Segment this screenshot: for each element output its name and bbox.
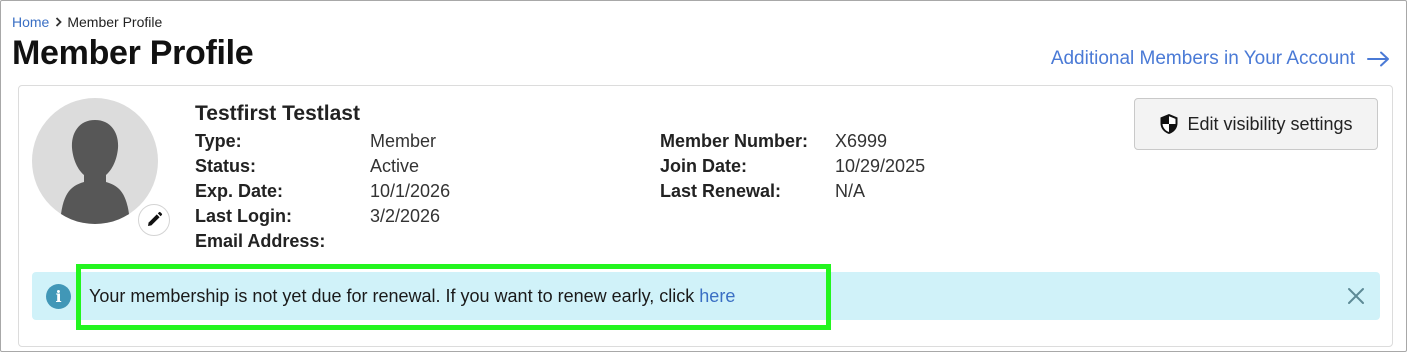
person-silhouette-icon bbox=[60, 120, 130, 224]
detail-value: X6999 bbox=[835, 131, 888, 151]
avatar bbox=[32, 98, 158, 224]
detail-value: Active bbox=[370, 156, 420, 176]
member-details-right: Member Number: X6999 Join Date: 10/29/20… bbox=[660, 129, 925, 204]
detail-row-join-date: Join Date: 10/29/2025 bbox=[660, 154, 925, 179]
detail-row-type: Type: Member bbox=[195, 129, 450, 154]
detail-row-member-number: Member Number: X6999 bbox=[660, 129, 925, 154]
breadcrumb-home-link[interactable]: Home bbox=[12, 14, 49, 30]
renewal-alert: i Your membership is not yet due for ren… bbox=[32, 272, 1380, 320]
detail-value: N/A bbox=[835, 181, 866, 201]
alert-text: Your membership is not yet due for renew… bbox=[89, 285, 695, 306]
detail-label: Last Renewal: bbox=[660, 181, 782, 201]
close-icon[interactable] bbox=[1346, 286, 1366, 306]
member-details-left: Type: Member Status: Active Exp. Date: 1… bbox=[195, 129, 450, 254]
arrow-right-icon bbox=[1367, 51, 1389, 67]
member-profile-card: Testfirst Testlast Type: Member Status: … bbox=[18, 85, 1393, 347]
detail-value: Member bbox=[370, 131, 437, 151]
detail-value: 3/2/2026 bbox=[370, 206, 441, 226]
detail-label: Status: bbox=[195, 156, 257, 176]
detail-value: 10/29/2025 bbox=[835, 156, 926, 176]
avatar-container bbox=[32, 98, 170, 236]
shield-icon bbox=[1160, 114, 1178, 134]
renew-here-link[interactable]: here bbox=[699, 286, 735, 307]
detail-row-exp-date: Exp. Date: 10/1/2026 bbox=[195, 179, 450, 204]
chevron-right-icon bbox=[49, 17, 67, 27]
breadcrumb: Home Member Profile bbox=[12, 14, 162, 30]
detail-row-email: Email Address: bbox=[195, 229, 450, 254]
detail-label: Email Address: bbox=[195, 231, 326, 251]
page-title: Member Profile bbox=[12, 34, 254, 72]
detail-label: Join Date: bbox=[660, 156, 748, 176]
breadcrumb-current: Member Profile bbox=[67, 14, 163, 30]
pencil-icon bbox=[148, 211, 163, 226]
detail-row-status: Status: Active bbox=[195, 154, 450, 179]
info-icon: i bbox=[46, 284, 71, 309]
edit-photo-button[interactable] bbox=[138, 204, 170, 236]
edit-visibility-button[interactable]: Edit visibility settings bbox=[1134, 98, 1378, 150]
member-name: Testfirst Testlast bbox=[195, 102, 360, 125]
detail-label: Exp. Date: bbox=[195, 181, 284, 201]
alert-message: Your membership is not yet due for renew… bbox=[89, 272, 735, 320]
detail-row-last-login: Last Login: 3/2/2026 bbox=[195, 204, 450, 229]
detail-label: Member Number: bbox=[660, 131, 809, 151]
detail-value: 10/1/2026 bbox=[370, 181, 451, 201]
additional-members-link[interactable]: Additional Members in Your Account bbox=[1051, 48, 1391, 70]
detail-label: Type: bbox=[195, 131, 242, 151]
edit-visibility-label: Edit visibility settings bbox=[1187, 113, 1353, 134]
detail-row-last-renewal: Last Renewal: N/A bbox=[660, 179, 925, 204]
additional-members-label: Additional Members in Your Account bbox=[1050, 48, 1355, 69]
detail-label: Last Login: bbox=[195, 206, 292, 226]
